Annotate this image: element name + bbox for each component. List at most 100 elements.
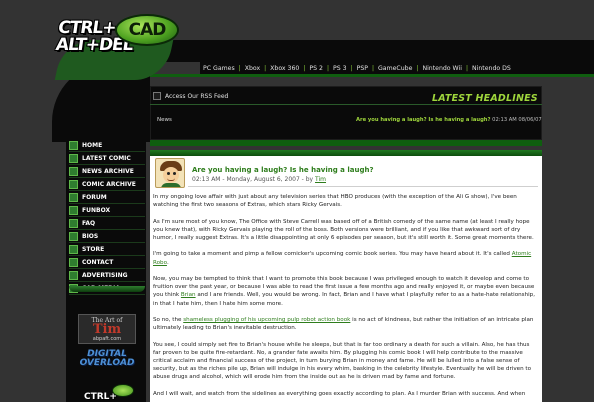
headline-category[interactable]: News xyxy=(157,117,172,123)
cad-badge-text: CAD xyxy=(128,20,167,40)
promo-cad-badge xyxy=(112,384,134,397)
sidebar-item[interactable]: LATEST COMIC xyxy=(69,152,145,165)
sidebar-item[interactable]: BIOS xyxy=(69,230,145,243)
nav-bullet-icon xyxy=(69,153,78,163)
paragraph-text: So no, the xyxy=(153,316,184,323)
nav-bullet-icon xyxy=(69,192,78,202)
post-meta-text: 02:13 AM - Monday, August 6, 2007 - by xyxy=(192,176,316,183)
sidebar-item-label: NEWS ARCHIVE xyxy=(82,167,134,175)
platform-nav-item[interactable]: PC Games xyxy=(203,65,235,72)
headlines-panel-bottom xyxy=(150,140,542,146)
latest-headlines-title: LATEST HEADLINES xyxy=(432,93,538,104)
sidebar-item-label: HOME xyxy=(82,141,103,149)
post-paragraph: As I'm sure most of you know, The Office… xyxy=(153,218,538,243)
promo-overload-line2: OVERLOAD xyxy=(79,358,135,368)
sidebar-item[interactable]: NEWS ARCHIVE xyxy=(69,165,145,178)
cad-badge: CAD xyxy=(115,14,179,46)
sidebar-item[interactable]: FUNBOX xyxy=(69,204,145,217)
right-gutter xyxy=(542,86,594,402)
platform-nav-item[interactable]: PSP xyxy=(357,65,368,72)
nav-separator: | xyxy=(303,64,306,72)
platform-nav-items: PC Games | Xbox | Xbox 360 | PS 2 | PS 3 | PSP | Gam… xyxy=(203,62,511,74)
post-body: In my ongoing love affair with just abou… xyxy=(153,193,538,402)
nav-separator: | xyxy=(465,64,469,72)
avatar-right-eye xyxy=(173,172,176,175)
post-divider xyxy=(188,186,538,187)
nav-separator: | xyxy=(371,64,375,72)
post-paragraph: So no, the shameless plugging of his upc… xyxy=(153,316,538,332)
nav-bullet-icon xyxy=(69,218,78,228)
sidebar-item-label: FAQ xyxy=(82,219,96,227)
rss-icon xyxy=(153,92,161,100)
avatar-body xyxy=(161,183,181,187)
nav-bullet-icon xyxy=(69,166,78,176)
paragraph-text: You see, I could simply set fire to Bria… xyxy=(153,341,532,381)
post-paragraph: In my ongoing love affair with just abou… xyxy=(153,193,538,209)
platform-nav-item[interactable]: Xbox xyxy=(245,65,260,72)
headline-title[interactable]: Are you having a laugh? Is he having a l… xyxy=(356,117,491,123)
post-topbar xyxy=(150,150,542,156)
sidebar-item-label: FUNBOX xyxy=(82,206,111,214)
sidebar-item-label: COMIC ARCHIVE xyxy=(82,180,136,188)
sidebar-item-label: BIOS xyxy=(82,232,99,240)
nav-bullet-icon xyxy=(69,205,78,215)
sidebar-item[interactable]: FORUM xyxy=(69,191,145,204)
platform-nav-item[interactable]: Xbox 360 xyxy=(270,65,299,72)
post-paragraph: And I will wait, and watch from the side… xyxy=(153,390,538,398)
headlines-divider xyxy=(150,104,542,105)
nav-separator: | xyxy=(264,64,267,72)
paragraph-text: I'm going to take a moment and pimp a fe… xyxy=(153,251,512,258)
sidebar-item-label: CONTACT xyxy=(82,258,114,266)
nav-bullet-icon xyxy=(69,257,78,267)
inline-link[interactable]: Brian xyxy=(181,292,196,298)
site-logo[interactable]: CTRL+ ALT+DEL CAD xyxy=(54,14,185,86)
promo-cad-text: CTRL+ xyxy=(84,392,117,402)
paragraph-text: And I will wait, and watch from the side… xyxy=(153,390,526,397)
sidebar-item[interactable]: FAQ xyxy=(69,217,145,230)
nav-separator: | xyxy=(416,64,419,72)
nav-separator: | xyxy=(326,64,329,72)
header-black-bar xyxy=(140,40,594,62)
paragraph-text: In my ongoing love affair with just abou… xyxy=(153,194,517,209)
nav-bullet-icon xyxy=(69,270,78,280)
paragraph-tail: and I are friends. Well, you would be wr… xyxy=(153,292,536,307)
nav-separator: | xyxy=(238,64,241,72)
platform-nav-item[interactable]: PS 2 xyxy=(309,65,323,72)
sidebar-item-label: FORUM xyxy=(82,193,107,201)
author-avatar xyxy=(155,158,185,188)
sidebar-item[interactable]: HOME xyxy=(69,139,145,152)
platform-nav-item[interactable]: PS 3 xyxy=(333,65,347,72)
post-paragraph: You see, I could simply set fire to Bria… xyxy=(153,341,538,382)
nav-bullet-icon xyxy=(69,179,78,189)
promo-tim-line2: Tim xyxy=(92,322,122,337)
sidebar-item[interactable]: COMIC ARCHIVE xyxy=(69,178,145,191)
sidebar-item-label: LATEST COMIC xyxy=(82,154,131,162)
sidebar-item[interactable]: ADVERTISING xyxy=(69,269,145,282)
sidebar-item[interactable]: STORE xyxy=(69,243,145,256)
promo-art-of-tim[interactable]: The Art of Tim abpaft.com xyxy=(78,314,136,344)
post-author-link[interactable]: Tim xyxy=(315,176,326,183)
promo-digital-overload[interactable]: DIGITAL OVERLOAD xyxy=(78,350,136,372)
post-paragraph: I'm going to take a moment and pimp a fe… xyxy=(153,250,538,266)
sidebar-item-label: ADVERTISING xyxy=(82,271,128,279)
post-paragraph: Now, you may be tempted to think that I … xyxy=(153,275,538,308)
sidebar-nav: HOME LATEST COMIC NEWS ARCHIVE COMIC ARCHIV… xyxy=(69,139,145,295)
rss-label: Access Our RSS Feed xyxy=(165,92,229,100)
promo-tim-line3: abpaft.com xyxy=(92,336,122,342)
sidebar-item-label: STORE xyxy=(82,245,105,253)
inline-link[interactable]: shameless plugging of his upcoming pulp … xyxy=(183,317,350,323)
headline-item[interactable]: Are you having a laugh? Is he having a l… xyxy=(356,117,564,123)
paragraph-tail: . xyxy=(166,259,169,266)
nav-bullet-icon xyxy=(69,140,78,150)
avatar-left-eye xyxy=(167,172,170,175)
platform-nav-item[interactable]: Nintendo Wii xyxy=(422,65,462,72)
platform-nav-item[interactable]: GameCube xyxy=(378,65,412,72)
platform-nav-item[interactable]: Nintendo DS xyxy=(472,65,511,72)
rss-feed-link[interactable]: Access Our RSS Feed xyxy=(153,92,228,100)
post-meta: 02:13 AM - Monday, August 6, 2007 - by T… xyxy=(192,176,326,183)
nav-bullet-icon xyxy=(69,244,78,254)
post-title[interactable]: Are you having a laugh? Is he having a l… xyxy=(192,166,374,174)
sidebar-item[interactable]: CONTACT xyxy=(69,256,145,269)
nav-underline xyxy=(150,74,594,77)
promo-cad[interactable]: CTRL+ xyxy=(84,384,134,402)
